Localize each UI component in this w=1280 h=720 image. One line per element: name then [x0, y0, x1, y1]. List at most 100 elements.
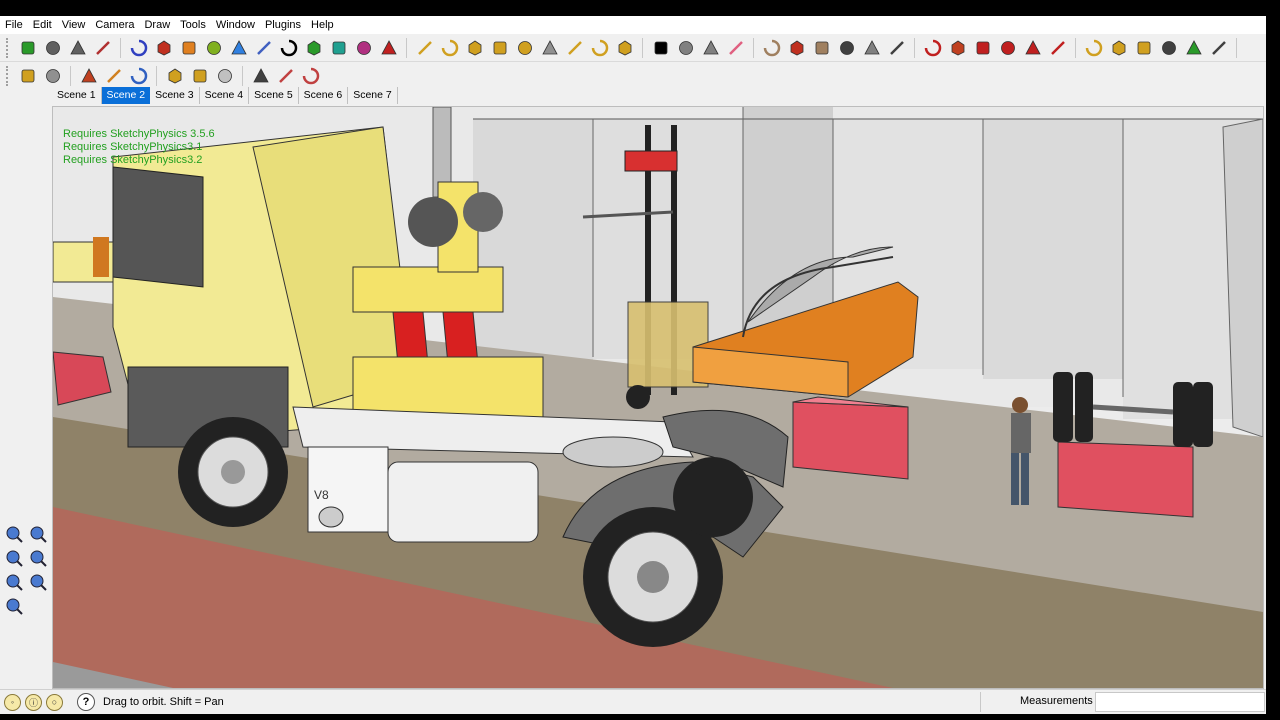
- menu-view[interactable]: View: [57, 16, 91, 34]
- physics-settings-icon[interactable]: [92, 37, 114, 59]
- torus-icon[interactable]: [564, 37, 586, 59]
- scene-tab-1[interactable]: Scene 1: [52, 87, 102, 104]
- toolbar-grip[interactable]: [6, 66, 11, 86]
- gem-icon[interactable]: [303, 37, 325, 59]
- camera-orbit-icon[interactable]: [250, 65, 272, 87]
- scene-tab-6[interactable]: Scene 6: [298, 87, 349, 104]
- menu-plugins[interactable]: Plugins: [260, 16, 306, 34]
- select-arrow-icon[interactable]: [650, 37, 672, 59]
- camera-position-icon[interactable]: [275, 65, 297, 87]
- pause-icon[interactable]: [67, 37, 89, 59]
- toolbar-separator: [753, 37, 754, 58]
- follow-me-icon[interactable]: [997, 37, 1019, 59]
- measurements-input[interactable]: [1095, 692, 1265, 712]
- scene-tab-2[interactable]: Scene 2: [101, 87, 151, 104]
- cylinder-icon[interactable]: [464, 37, 486, 59]
- spring-icon[interactable]: [328, 37, 350, 59]
- component-icon[interactable]: [675, 37, 697, 59]
- camera-toolbar: [0, 508, 50, 615]
- menu-camera[interactable]: Camera: [90, 16, 139, 34]
- toolbar-separator: [914, 37, 915, 58]
- arc-icon[interactable]: [836, 37, 858, 59]
- refresh-icon[interactable]: [228, 37, 250, 59]
- capsule-icon[interactable]: [514, 37, 536, 59]
- zoom-tool-icon[interactable]: [4, 548, 24, 568]
- chamfer-icon[interactable]: [589, 37, 611, 59]
- push-pull-icon[interactable]: [947, 37, 969, 59]
- menu-window[interactable]: Window: [211, 16, 260, 34]
- scale-icon[interactable]: [1022, 37, 1044, 59]
- joint-fixed-icon[interactable]: [214, 65, 236, 87]
- joint-gear-icon[interactable]: [189, 65, 211, 87]
- polygon-icon[interactable]: [861, 37, 883, 59]
- pencil-icon[interactable]: [203, 37, 225, 59]
- plate-icon[interactable]: [539, 37, 561, 59]
- zoom-window-icon[interactable]: [28, 548, 48, 568]
- previous-view-icon[interactable]: [28, 572, 48, 592]
- circle-icon[interactable]: [811, 37, 833, 59]
- user-icon[interactable]: ○: [46, 693, 63, 711]
- line-icon[interactable]: [153, 37, 175, 59]
- pan-tool-icon[interactable]: [28, 524, 48, 544]
- scene-tab-5[interactable]: Scene 5: [249, 87, 299, 104]
- physics-toolbar: [0, 62, 1266, 90]
- status-bar: ◦ ⓘ ○ ? Drag to orbit. Shift = Pan Measu…: [0, 689, 1266, 714]
- axes-icon[interactable]: [1183, 37, 1205, 59]
- menu-file[interactable]: File: [0, 16, 28, 34]
- status-divider: [980, 692, 981, 712]
- 3d-scene[interactable]: V8: [53, 107, 1263, 688]
- move-icon[interactable]: [922, 37, 944, 59]
- help-icon[interactable]: ?: [77, 693, 95, 711]
- tube-icon[interactable]: [353, 37, 375, 59]
- menu-tools[interactable]: Tools: [175, 16, 211, 34]
- protractor-icon[interactable]: [1133, 37, 1155, 59]
- 3d-text-icon[interactable]: [1208, 37, 1230, 59]
- toolbar-grip[interactable]: [6, 37, 11, 58]
- geo-location-icon[interactable]: ◦: [4, 693, 21, 711]
- joint-hinge-icon[interactable]: [17, 65, 39, 87]
- joint-ball-icon[interactable]: [128, 65, 150, 87]
- rotate-tool-icon[interactable]: [972, 37, 994, 59]
- zoom-extents-icon[interactable]: [4, 572, 24, 592]
- position-camera-icon[interactable]: [4, 596, 24, 616]
- scene-tab-3[interactable]: Scene 3: [150, 87, 200, 104]
- rotate-icon[interactable]: [128, 37, 150, 59]
- offset-icon[interactable]: [886, 37, 908, 59]
- paint-bucket-icon[interactable]: [700, 37, 722, 59]
- orbit-ring-icon[interactable]: [178, 37, 200, 59]
- rewind-icon[interactable]: [42, 37, 64, 59]
- text-icon[interactable]: [1158, 37, 1180, 59]
- orbit-tool-icon[interactable]: [4, 524, 24, 544]
- sphere-icon[interactable]: [439, 37, 461, 59]
- menu-bar: File Edit View Camera Draw Tools Window …: [0, 16, 1266, 34]
- rectangle-icon[interactable]: [761, 37, 783, 59]
- joint-spring-icon[interactable]: [164, 65, 186, 87]
- push-icon[interactable]: [614, 37, 636, 59]
- ellipse-icon[interactable]: [278, 37, 300, 59]
- play-icon[interactable]: [17, 37, 39, 59]
- toolbar-separator: [406, 37, 407, 58]
- joint-slider-icon[interactable]: [78, 65, 100, 87]
- joint-piston-icon[interactable]: [103, 65, 125, 87]
- menu-help[interactable]: Help: [306, 16, 339, 34]
- menu-edit[interactable]: Edit: [28, 16, 57, 34]
- menu-draw[interactable]: Draw: [139, 16, 175, 34]
- camera-target-icon[interactable]: [300, 65, 322, 87]
- toolbar-separator: [242, 66, 243, 86]
- scene-tab-7[interactable]: Scene 7: [348, 87, 398, 104]
- freehand-line-icon[interactable]: [786, 37, 808, 59]
- credits-icon[interactable]: ⓘ: [25, 693, 42, 711]
- offset-tool-icon[interactable]: [1047, 37, 1069, 59]
- scene-tab-4[interactable]: Scene 4: [199, 87, 250, 104]
- sketchup-window: File Edit View Camera Draw Tools Window …: [0, 16, 1266, 714]
- joint-servo-icon[interactable]: [42, 65, 64, 87]
- cube-icon[interactable]: [414, 37, 436, 59]
- hand-icon[interactable]: [253, 37, 275, 59]
- toolbar-separator: [1236, 37, 1237, 58]
- model-viewport[interactable]: V8 Requires SketchyPhysics 3.5.6 Require…: [52, 106, 1264, 689]
- cone-icon[interactable]: [489, 37, 511, 59]
- eraser-icon[interactable]: [725, 37, 747, 59]
- tape-measure-icon[interactable]: [1083, 37, 1105, 59]
- dimension-icon[interactable]: [1108, 37, 1130, 59]
- cross-icon[interactable]: [378, 37, 400, 59]
